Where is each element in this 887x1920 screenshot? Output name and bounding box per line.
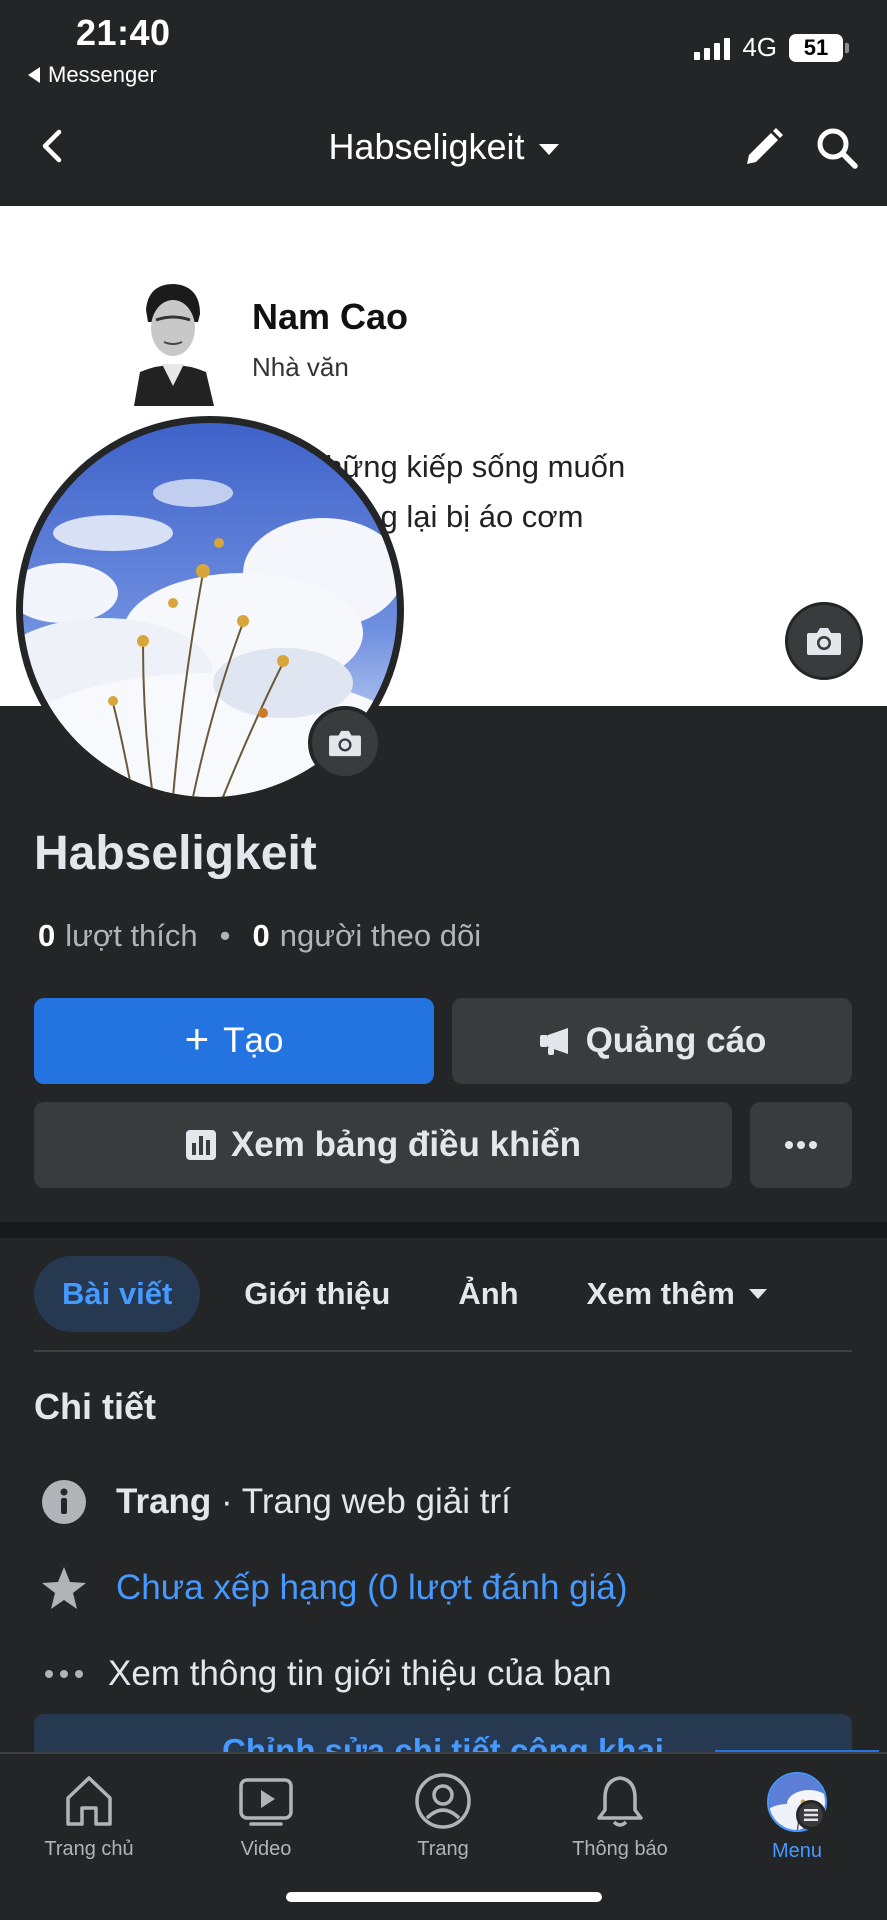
back-triangle-icon	[28, 67, 40, 83]
tab-more[interactable]: Xem thêm	[559, 1256, 795, 1332]
tab-about-label: Giới thiệu	[244, 1276, 391, 1311]
battery-level: 51	[803, 34, 829, 60]
tabs-divider	[34, 1350, 852, 1352]
category-text: Trang · Trang web giải trí	[116, 1482, 511, 1522]
section-divider	[0, 1222, 887, 1238]
tab-about[interactable]: Giới thiệu	[216, 1256, 418, 1332]
battery-icon: 51	[789, 33, 849, 62]
info-icon	[38, 1476, 90, 1528]
tab-posts-label: Bài viết	[62, 1276, 173, 1311]
edit-button[interactable]	[739, 124, 787, 172]
nav-notifications-label: Thông báo	[572, 1838, 668, 1860]
create-label: Tạo	[223, 1021, 284, 1060]
nav-video[interactable]: Video	[186, 1772, 346, 1861]
tab-photos[interactable]: Ảnh	[430, 1256, 546, 1332]
page-tabs: Bài viết Giới thiệu Ảnh Xem thêm	[34, 1256, 795, 1332]
back-to-messenger[interactable]: Messenger	[28, 62, 157, 88]
star-icon	[38, 1562, 90, 1614]
category-rest: · Trang web giải trí	[211, 1482, 511, 1521]
page-header: Habseligkeit	[0, 96, 887, 206]
nav-menu-label: Menu	[771, 1840, 823, 1862]
page-title: Habseligkeit	[328, 126, 525, 167]
search-icon	[817, 128, 858, 169]
dashboard-button[interactable]: Xem bảng điều khiển	[34, 1102, 732, 1188]
likes-count: 0	[38, 918, 56, 953]
more-dots-icon	[785, 1141, 817, 1149]
followers-label: người theo dõi	[279, 918, 482, 953]
ads-button[interactable]: Quảng cáo	[452, 998, 852, 1084]
ads-label: Quảng cáo	[585, 1021, 767, 1060]
cover-quote-line-1: những kiếp sống muốn	[308, 449, 626, 484]
megaphone-icon	[539, 1028, 568, 1055]
followers-count: 0	[252, 918, 270, 953]
nav-video-label: Video	[240, 1838, 292, 1860]
pencil-icon	[747, 128, 783, 164]
status-bar: 21:40 Messenger 4G 51	[0, 0, 887, 96]
more-dots-icon	[38, 1648, 90, 1700]
category-row: Trang · Trang web giải trí	[38, 1476, 511, 1528]
author-portrait-image	[128, 276, 216, 406]
nav-page[interactable]: Trang	[363, 1772, 523, 1861]
dashboard-label: Xem bảng điều khiển	[230, 1125, 582, 1164]
about-row[interactable]: Xem thông tin giới thiệu của bạn	[38, 1648, 612, 1700]
edit-profile-picture-button[interactable]	[308, 706, 382, 780]
menu-lines-icon	[796, 1800, 826, 1830]
nav-page-label: Trang	[417, 1838, 469, 1860]
cover-person-role: Nhà văn	[252, 352, 349, 382]
likes-label: lượt thích	[65, 918, 198, 953]
home-indicator[interactable]	[286, 1892, 602, 1902]
edit-cover-button[interactable]	[785, 602, 863, 680]
bell-icon	[597, 1776, 643, 1827]
rating-link[interactable]: Chưa xếp hạng (0 lượt đánh giá)	[116, 1568, 628, 1608]
tab-more-label: Xem thêm	[586, 1276, 735, 1311]
home-icon	[66, 1776, 112, 1826]
video-icon	[239, 1778, 293, 1826]
caret-down-icon	[538, 143, 559, 155]
bar-chart-icon	[185, 1130, 216, 1160]
nav-home-label: Trang chủ	[44, 1838, 134, 1860]
page-name: Habseligkeit	[34, 827, 317, 880]
details-title: Chi tiết	[34, 1386, 156, 1427]
tab-posts[interactable]: Bài viết	[34, 1256, 201, 1332]
rating-row[interactable]: Chưa xếp hạng (0 lượt đánh giá)	[38, 1562, 628, 1614]
network-label: 4G	[742, 32, 777, 62]
back-app-label: Messenger	[48, 62, 157, 87]
category-bold: Trang	[116, 1482, 212, 1521]
page-icon	[415, 1773, 471, 1829]
nav-notifications[interactable]: Thông báo	[540, 1772, 700, 1861]
page-stats: 0 lượt thích • 0 người theo dõi	[38, 918, 481, 954]
tab-photos-label: Ảnh	[458, 1276, 519, 1311]
about-text: Xem thông tin giới thiệu của bạn	[108, 1654, 612, 1693]
stats-separator: •	[219, 918, 231, 953]
cover-person-name: Nam Cao	[252, 296, 409, 337]
camera-icon	[329, 730, 361, 757]
camera-icon	[807, 628, 841, 655]
create-button[interactable]: + Tạo	[34, 998, 434, 1084]
plus-icon: +	[184, 1015, 210, 1062]
status-indicators: 4G 51	[694, 32, 849, 63]
nav-home[interactable]: Trang chủ	[9, 1772, 169, 1861]
caret-down-icon	[748, 1289, 767, 1299]
more-options-button[interactable]	[750, 1102, 852, 1188]
search-button[interactable]	[813, 124, 861, 172]
signal-icon	[694, 36, 731, 60]
status-time: 21:40	[76, 12, 171, 53]
